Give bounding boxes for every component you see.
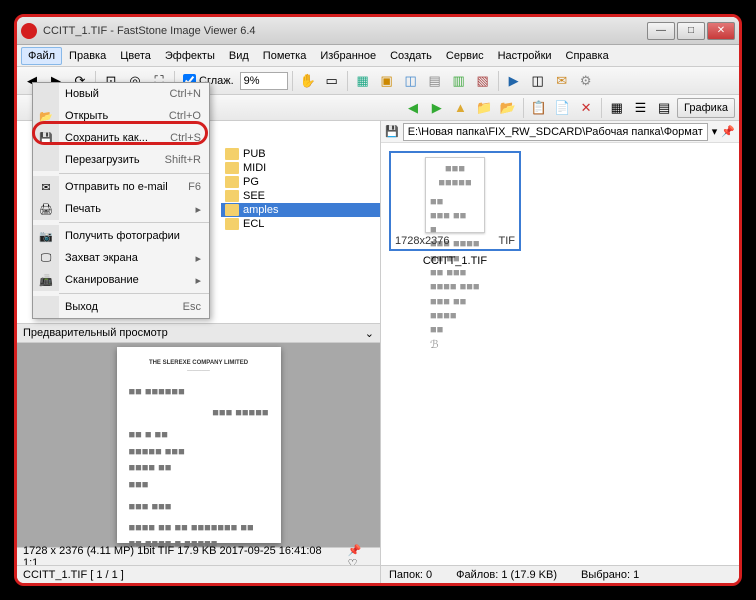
newfolder-icon[interactable]: 📂 [497,97,519,119]
collapse-icon[interactable]: ⌄ [365,327,374,340]
menu-эффекты[interactable]: Эффекты [158,47,222,65]
dropdown-icon[interactable]: ▾ [712,125,718,138]
list-icon[interactable]: ☰ [630,97,652,119]
menuitem-перезагрузить[interactable]: ПерезагрузитьShift+R [33,149,209,171]
menuitem-выход[interactable]: ВыходEsc [33,296,209,318]
menu-файл[interactable]: Файл [21,47,62,65]
thumbnail-area[interactable]: ■■■ ■■■■■ ■■■■■ ■■■■■■ ■■■■ ■■ ■■■■ ■■■ … [381,143,739,565]
select-icon[interactable]: ▭ [321,70,343,92]
menuitem-сканирование[interactable]: 📠Сканирование▸ [33,269,209,291]
crop-icon[interactable]: ▣ [376,70,398,92]
path-bar: 💾 E:\Новая папка\FIX_RW_SDCARD\Рабочая п… [381,121,739,143]
slideshow-icon[interactable]: ▶ [503,70,525,92]
canvas-icon[interactable]: ▤ [424,70,446,92]
paste-icon[interactable]: 📄 [551,97,573,119]
close-button[interactable]: ✕ [707,22,735,40]
window-title: CCITT_1.TIF - FastStone Image Viewer 6.4 [43,25,647,37]
menu-цвета[interactable]: Цвета [113,47,158,65]
thumbnail-label: CCITT_1.TIF [389,255,521,267]
tree-node[interactable]: amples [221,203,380,217]
pin-icon[interactable]: 📌 [721,125,735,138]
details-icon[interactable]: ▤ [653,97,675,119]
tree-node[interactable]: PG [221,175,380,189]
menuitem-новый[interactable]: НовыйCtrl+N [33,83,209,105]
delete-icon[interactable]: ✕ [575,97,597,119]
status-right: Папок: 0 Файлов: 1 (17.9 KB) Выбрано: 1 [381,565,739,583]
copy-icon[interactable]: 📋 [528,97,550,119]
status-imageinfo: 1728 x 2376 (4.11 MP) 1bit TIF 17.9 KB 2… [17,547,380,565]
text-icon[interactable]: ▧ [472,70,494,92]
status-filename: CCITT_1.TIF [ 1 / 1 ] [17,565,380,583]
menuitem-захват-экрана[interactable]: 🖵Захват экрана▸ [33,247,209,269]
nav-fwd-icon[interactable]: ▶ [426,97,448,119]
menuitem-открыть[interactable]: 📂ОткрытьCtrl+O [33,105,209,127]
preview-panel: THE SLEREXE COMPANY LIMITED ──────── ■■ … [17,343,380,547]
resize-icon[interactable]: ◫ [400,70,422,92]
draw-icon[interactable]: ▥ [448,70,470,92]
hand-icon[interactable]: ✋ [297,70,319,92]
preview-document: THE SLEREXE COMPANY LIMITED ──────── ■■ … [117,347,281,543]
thumbnail-item[interactable]: ■■■ ■■■■■ ■■■■■ ■■■■■■ ■■■■ ■■ ■■■■ ■■■ … [389,151,521,267]
menu-справка[interactable]: Справка [559,47,616,65]
menuitem-получить-фотографии[interactable]: 📷Получить фотографии [33,225,209,247]
tree-node[interactable]: PUB [221,147,380,161]
compare-icon[interactable]: ◫ [527,70,549,92]
menu-пометка[interactable]: Пометка [256,47,314,65]
edit-icon[interactable]: ▦ [352,70,374,92]
tree-node[interactable]: SEE [221,189,380,203]
file-menu-dropdown: НовыйCtrl+N📂ОткрытьCtrl+O💾Сохранить как.… [32,82,210,319]
zoom-input[interactable]: 9% [240,72,288,90]
settings-icon[interactable]: ⚙ [575,70,597,92]
maximize-button[interactable]: □ [677,22,705,40]
menu-вид[interactable]: Вид [222,47,256,65]
minimize-button[interactable]: — [647,22,675,40]
email-icon[interactable]: ✉ [551,70,573,92]
path-input[interactable]: E:\Новая папка\FIX_RW_SDCARD\Рабочая пап… [403,123,708,141]
preview-header: Предварительный просмотр ⌄ [17,323,380,343]
grafika-button[interactable]: Графика [677,98,735,118]
drive-icon: 💾 [385,125,399,138]
menu-правка[interactable]: Правка [62,47,113,65]
menuitem-отправить-по-e-mail[interactable]: ✉Отправить по e-mailF6 [33,176,209,198]
menuitem-печать[interactable]: 🖨Печать▸ [33,198,209,220]
menu-сервис[interactable]: Сервис [439,47,491,65]
folder-icon[interactable]: 📁 [473,97,495,119]
menu-создать[interactable]: Создать [383,47,439,65]
titlebar: CCITT_1.TIF - FastStone Image Viewer 6.4… [17,17,739,45]
tree-node[interactable]: ECL [221,217,380,231]
menubar: ФайлПравкаЦветаЭффектыВидПометкаИзбранно… [17,45,739,67]
menuitem-сохранить-как-[interactable]: 💾Сохранить как...Ctrl+S [33,127,209,149]
tree-node[interactable]: MIDI [221,161,380,175]
menu-избранное[interactable]: Избранное [313,47,383,65]
app-icon [21,23,37,39]
nav-back-icon[interactable]: ◀ [402,97,424,119]
nav-up-icon[interactable]: ▲ [450,97,472,119]
thumbs-icon[interactable]: ▦ [606,97,628,119]
menu-настройки[interactable]: Настройки [491,47,559,65]
